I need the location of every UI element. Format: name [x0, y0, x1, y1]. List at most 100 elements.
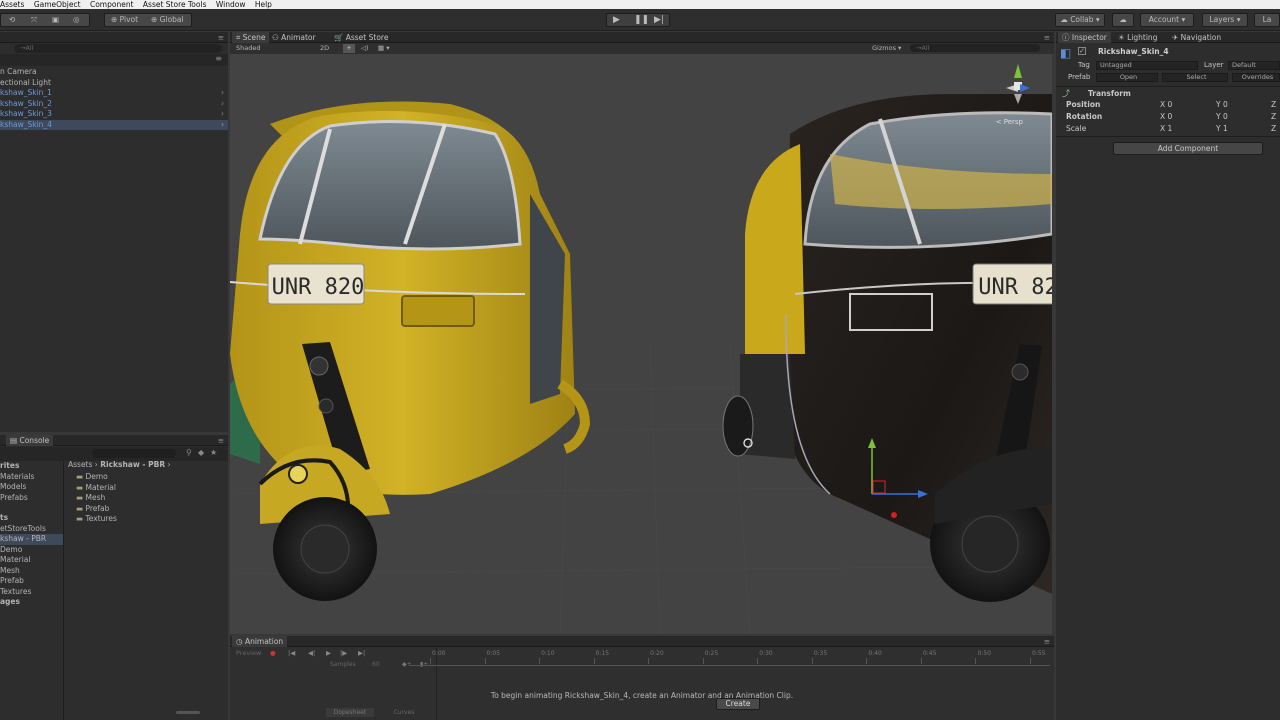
play-anim-icon[interactable]: ▶ — [326, 648, 331, 658]
timeline-ruler[interactable]: 0:00 0:05 0:10 0:15 0:20 0:25 0:30 0:35 0:40 0:45… — [410, 650, 1050, 666]
samples-input[interactable]: 60 — [372, 660, 380, 670]
transform-tool-icon[interactable]: ◎ — [73, 14, 80, 26]
tab-animator[interactable]: ⚇ Animator — [268, 32, 320, 43]
cloud-icon[interactable]: ☁ — [1112, 13, 1134, 27]
assets-header[interactable]: ts — [0, 513, 8, 524]
tree-item[interactable]: ages — [0, 597, 20, 608]
prefab-open-button[interactable]: Open — [1096, 73, 1158, 82]
persp-label[interactable]: < Persp — [996, 118, 1024, 126]
last-key-icon[interactable]: ▶| — [358, 648, 365, 658]
position-x[interactable]: X 0 — [1160, 100, 1172, 109]
panel-menu-icon[interactable]: ≡ — [1044, 32, 1050, 43]
add-component-button[interactable]: Add Component — [1113, 142, 1263, 155]
label-icon[interactable]: ◆ — [198, 448, 204, 457]
tree-item[interactable]: Materials — [0, 472, 34, 483]
tab-asset-store[interactable]: 🛒 Asset Store — [330, 32, 392, 43]
audio-toggle-icon[interactable]: ◁) — [361, 43, 369, 54]
tree-item[interactable]: Textures — [0, 587, 31, 598]
folder-item[interactable]: ▬ Demo — [76, 472, 108, 483]
tab-navigation[interactable]: ✈ Navigation — [1168, 32, 1225, 43]
effects-toggle-icon[interactable]: ▦ ▾ — [378, 43, 389, 54]
hierarchy-item[interactable]: kshaw_Skin_2 › — [0, 99, 228, 110]
favorites-header[interactable]: rites — [0, 461, 19, 472]
chevron-right-icon[interactable]: › — [221, 99, 224, 110]
hierarchy-item[interactable]: kshaw_Skin_1 › — [0, 88, 228, 99]
global-button[interactable]: ⊕ Global — [151, 14, 184, 26]
record-icon[interactable]: ● — [270, 648, 276, 658]
tree-item[interactable]: Mesh — [0, 566, 20, 577]
menu-asset-store-tools[interactable]: Asset Store Tools — [143, 0, 207, 9]
tree-item[interactable]: Prefabs — [0, 493, 28, 504]
hierarchy-item-selected[interactable]: kshaw_Skin_4 › — [0, 119, 228, 131]
chevron-right-icon[interactable]: › — [221, 120, 224, 131]
hierarchy-item[interactable]: ectional Light — [0, 78, 228, 89]
folder-item[interactable]: ▬ Textures — [76, 514, 117, 525]
tag-dropdown[interactable]: Untagged — [1096, 61, 1198, 70]
layout-button[interactable]: La — [1254, 13, 1280, 27]
position-y[interactable]: Y 0 — [1216, 100, 1228, 109]
filter-icon[interactable]: ⚲ — [186, 448, 192, 457]
rotation-y[interactable]: Y 0 — [1216, 112, 1228, 121]
tree-item[interactable]: Models — [0, 482, 26, 493]
folder-item[interactable]: ▬ Material — [76, 483, 116, 494]
prev-key-icon[interactable]: ◀| — [308, 648, 315, 658]
tab-inspector[interactable]: ⓘ Inspector — [1058, 32, 1111, 43]
menu-component[interactable]: Component — [90, 0, 134, 9]
panel-menu-icon[interactable]: ≡ — [218, 32, 224, 43]
account-button[interactable]: Account ▾ — [1140, 13, 1194, 27]
rotation-z[interactable]: Z — [1271, 112, 1276, 121]
scene-view[interactable]: UNR 820 UNR 82 < Persp — [230, 54, 1052, 634]
dopesheet-tab[interactable]: Dopesheet — [326, 708, 374, 717]
folder-item[interactable]: ▬ Prefab — [76, 504, 109, 515]
curves-tab[interactable]: Curves — [380, 708, 428, 717]
step-icon[interactable]: ▶| — [654, 14, 664, 26]
panel-menu-icon[interactable]: ≡ — [218, 435, 224, 446]
pivot-button[interactable]: ⊕ Pivot — [111, 14, 138, 26]
tab-scene[interactable]: ⌗ Scene — [232, 32, 270, 43]
scale-z[interactable]: Z — [1271, 124, 1276, 133]
gizmos-dropdown[interactable]: Gizmos ▾ — [872, 43, 901, 54]
lighting-toggle-icon[interactable]: ☀ — [343, 44, 355, 53]
tree-item[interactable]: etStoreTools — [0, 524, 46, 535]
tree-item[interactable]: Demo — [0, 545, 22, 556]
scale-tool-icon[interactable]: ⤧ — [31, 14, 37, 26]
object-name-field[interactable]: Rickshaw_Skin_4 — [1098, 47, 1169, 56]
prefab-overrides-button[interactable]: Overrides — [1232, 73, 1280, 82]
project-search-input[interactable] — [92, 449, 176, 458]
icon-size-slider[interactable] — [176, 711, 200, 714]
preview-toggle[interactable]: Preview — [236, 648, 261, 658]
tree-item[interactable]: Prefab — [0, 576, 24, 587]
menu-help[interactable]: Help — [255, 0, 272, 9]
menu-assets[interactable]: Assets — [0, 0, 24, 9]
menu-gameobject[interactable]: GameObject — [34, 0, 81, 9]
tab-console[interactable]: ▤ Console — [6, 435, 54, 446]
hierarchy-item[interactable]: kshaw_Skin_3 › — [0, 109, 228, 120]
panel-menu-icon[interactable]: ≡ — [1044, 636, 1050, 647]
scene-search-input[interactable]: →All — [910, 44, 1040, 52]
collab-button[interactable]: ☁ Collab ▾ — [1055, 13, 1105, 27]
first-key-icon[interactable]: |◀ — [288, 648, 295, 658]
next-key-icon[interactable]: |▶ — [340, 648, 347, 658]
shading-dropdown[interactable]: Shaded — [236, 43, 260, 54]
hierarchy-search-input[interactable]: →All — [14, 44, 222, 53]
2d-toggle[interactable]: 2D — [320, 43, 329, 54]
transform-header[interactable]: Transform — [1088, 89, 1131, 98]
breadcrumb-item[interactable]: Assets — [68, 460, 92, 469]
breadcrumb-item[interactable]: Rickshaw - PBR — [100, 460, 165, 469]
scale-y[interactable]: Y 1 — [1216, 124, 1228, 133]
pause-icon[interactable]: ❚❚ — [634, 14, 649, 26]
position-z[interactable]: Z — [1271, 100, 1276, 109]
scale-x[interactable]: X 1 — [1160, 124, 1172, 133]
create-animation-button[interactable]: Create — [716, 698, 760, 710]
chevron-right-icon[interactable]: › — [221, 109, 224, 120]
star-icon[interactable]: ★ — [210, 448, 217, 457]
scene-root-row[interactable]: ≡ — [0, 54, 228, 66]
chevron-right-icon[interactable]: › — [221, 88, 224, 99]
scene-menu-icon[interactable]: ≡ — [215, 54, 222, 63]
active-checkbox[interactable]: ✓ — [1078, 47, 1086, 55]
rect-tool-icon[interactable]: ▣ — [52, 14, 59, 26]
play-icon[interactable]: ▶ — [613, 14, 620, 26]
rotation-x[interactable]: X 0 — [1160, 112, 1172, 121]
hierarchy-item[interactable]: n Camera — [0, 67, 228, 78]
tab-lighting[interactable]: ☀ Lighting — [1114, 32, 1161, 43]
